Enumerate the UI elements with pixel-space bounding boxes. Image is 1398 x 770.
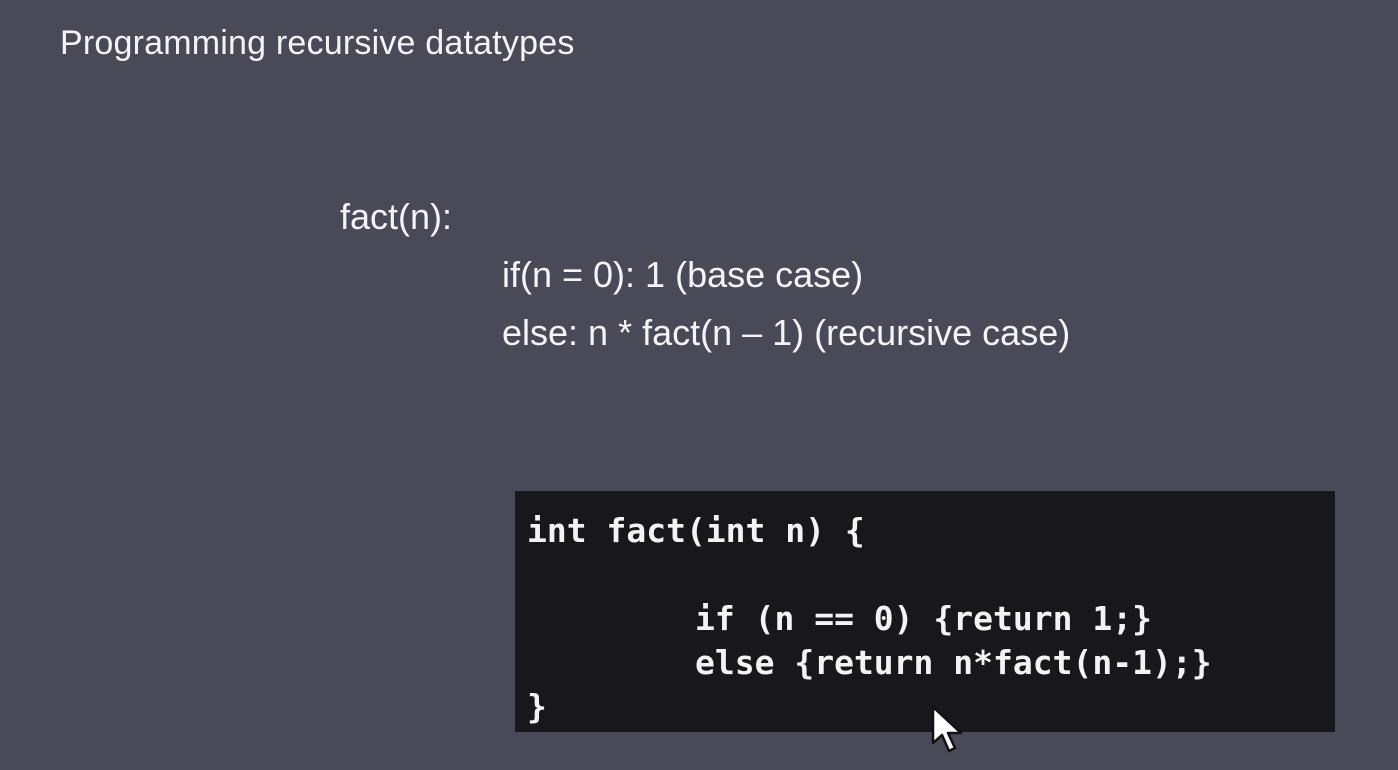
pseudocode-signature: fact(n): [340, 196, 453, 237]
slide: Programming recursive datatypes fact(n):… [0, 0, 1398, 770]
slide-title: Programming recursive datatypes [60, 24, 575, 62]
code-snippet: int fact(int n) { if (n == 0) {return 1;… [515, 491, 1335, 732]
code-line-signature: int fact(int n) { [527, 511, 865, 550]
pseudocode-block: fact(n): if(n = 0): 1 (base case) else: … [340, 188, 1070, 362]
code-line-recursive-case: else {return n*fact(n-1);} [695, 643, 1212, 682]
code-line-base-case: if (n == 0) {return 1;} [695, 599, 1152, 638]
pseudocode-recursive-case: else: n * fact(n – 1) (recursive case) [502, 312, 1071, 353]
mouse-pointer-icon [931, 705, 963, 753]
pseudocode-base-case: if(n = 0): 1 (base case) [502, 254, 864, 295]
